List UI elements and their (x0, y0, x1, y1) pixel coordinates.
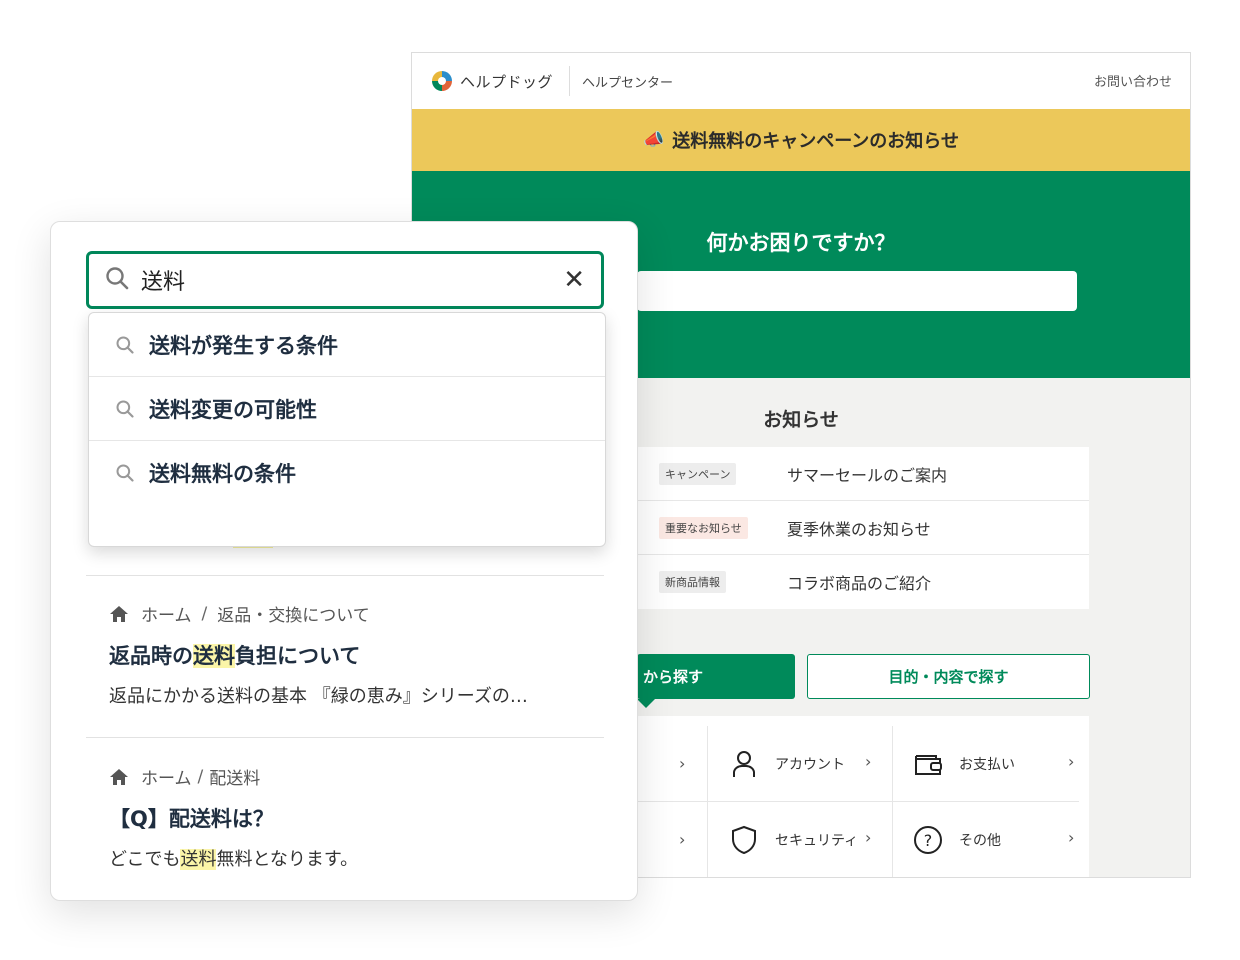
contact-link[interactable]: お問い合わせ (1094, 71, 1172, 90)
question-icon: ? (913, 825, 943, 855)
help-center-label: ヘルプセンター (582, 75, 674, 91)
category-label: セキュリティ (775, 833, 859, 849)
breadcrumb: ホーム / 返品・交換について (109, 601, 609, 626)
search-input[interactable]: 送料 ✕ (86, 251, 604, 309)
news-text: コラボ商品のご紹介 (787, 574, 932, 593)
wallet-icon (913, 749, 943, 779)
news-badge: キャンペーン (659, 462, 737, 485)
suggestion-item[interactable]: 送料無料の条件 (89, 441, 605, 505)
breadcrumb-section[interactable]: 返品・交換について (217, 601, 370, 626)
breadcrumb-home[interactable]: ホーム (141, 601, 192, 626)
news-item[interactable]: 重要なお知らせ 夏季休業のお知らせ (637, 501, 1089, 555)
breadcrumb-section[interactable]: 配送料 (209, 764, 260, 789)
news-text: 夏季休業のお知らせ (787, 519, 931, 539)
result-title[interactable]: 【Q】配送料は？ (109, 803, 609, 833)
search-result[interactable]: ホーム / 返品・交換について 返品時の送料負担について 返品にかかる送料の基本… (109, 601, 609, 708)
category-account[interactable]: アカウント › (729, 726, 889, 802)
result-snippet: どこでも送料無料となります。 (109, 849, 359, 870)
search-icon (116, 464, 134, 482)
breadcrumb-home[interactable]: ホーム (141, 764, 192, 789)
news-item[interactable]: キャンペーン サマーセールのご案内 (637, 447, 1089, 501)
result-divider (86, 575, 604, 576)
category-label: その他 (959, 833, 1001, 849)
tab-purpose-search[interactable]: 目的・内容で探す (807, 654, 1090, 699)
chevron-right-icon[interactable]: › (679, 754, 685, 773)
search-icon (116, 336, 134, 354)
banner-text: 送料無料のキャンペーンのお知らせ (672, 131, 959, 152)
search-panel: 送料 ✕ 送料が発生する条件 送料変更の可能性 送料無料の条件 ホーム / 返品… (50, 221, 638, 901)
category-other[interactable]: ? その他 › (913, 802, 1083, 877)
clear-icon[interactable]: ✕ (563, 267, 585, 293)
news-text: サマーセールのご案内 (787, 465, 948, 485)
category-label: お支払い (959, 757, 1015, 773)
chevron-right-icon: › (865, 828, 872, 847)
category-security[interactable]: セキュリティ › (729, 802, 889, 877)
brand-logo[interactable]: ヘルプドッグ (432, 71, 553, 92)
category-payment[interactable]: お支払い › (913, 726, 1083, 802)
result-title[interactable]: 返品時の送料負担について (109, 640, 609, 670)
chevron-right-icon: › (1068, 828, 1075, 847)
breadcrumb: ホーム / 配送料 (109, 764, 609, 789)
suggestion-item[interactable]: 送料変更の可能性 (89, 377, 605, 441)
search-icon (105, 266, 129, 294)
search-result[interactable]: ホーム / 配送料 【Q】配送料は？ どこでも送料無料となります。 (109, 764, 609, 871)
help-center-header: ヘルプドッグ ヘルプセンター お問い合わせ (412, 53, 1190, 109)
news-badge: 重要なお知らせ (659, 516, 748, 539)
svg-text:?: ? (924, 831, 933, 850)
result-snippet: 返品にかかる送料の基本 『緑の恵み』シリーズの… (109, 686, 528, 707)
suggestion-item[interactable]: 送料が発生する条件 (89, 313, 605, 377)
suggestion-dropdown: 送料が発生する条件 送料変更の可能性 送料無料の条件 (88, 312, 606, 547)
category-grid: › › アカウント › お支払い › セキュリティ › ? その他 › (637, 716, 1089, 877)
result-divider (86, 737, 604, 738)
campaign-banner[interactable]: 📣 送料無料のキャンペーンのお知らせ (412, 109, 1190, 171)
chevron-right-icon: › (865, 752, 872, 771)
news-badge: 新商品情報 (659, 571, 726, 593)
news-item[interactable]: 新商品情報 コラボ商品のご紹介 (637, 555, 1089, 609)
logo-icon (432, 71, 452, 91)
search-query[interactable]: 送料 (141, 264, 563, 296)
search-icon (116, 400, 134, 418)
suggestion-label: 送料が発生する条件 (149, 333, 338, 358)
news-list: キャンペーン サマーセールのご案内 重要なお知らせ 夏季休業のお知らせ 新商品情… (637, 447, 1089, 609)
chevron-right-icon[interactable]: › (679, 830, 685, 849)
header-divider (569, 66, 571, 96)
home-icon (109, 768, 129, 786)
shield-icon (729, 825, 759, 855)
person-icon (729, 749, 759, 779)
suggestion-label: 送料変更の可能性 (149, 397, 317, 422)
tab-category-search[interactable]: から探す (637, 654, 795, 708)
chevron-right-icon: › (1068, 752, 1075, 771)
megaphone-icon: 📣 (643, 130, 665, 150)
hero-search-input[interactable] (637, 271, 1077, 311)
suggestion-label: 送料無料の条件 (149, 462, 296, 486)
home-icon (109, 605, 129, 623)
brand-name: ヘルプドッグ (460, 72, 554, 91)
category-label: アカウント (775, 757, 845, 773)
